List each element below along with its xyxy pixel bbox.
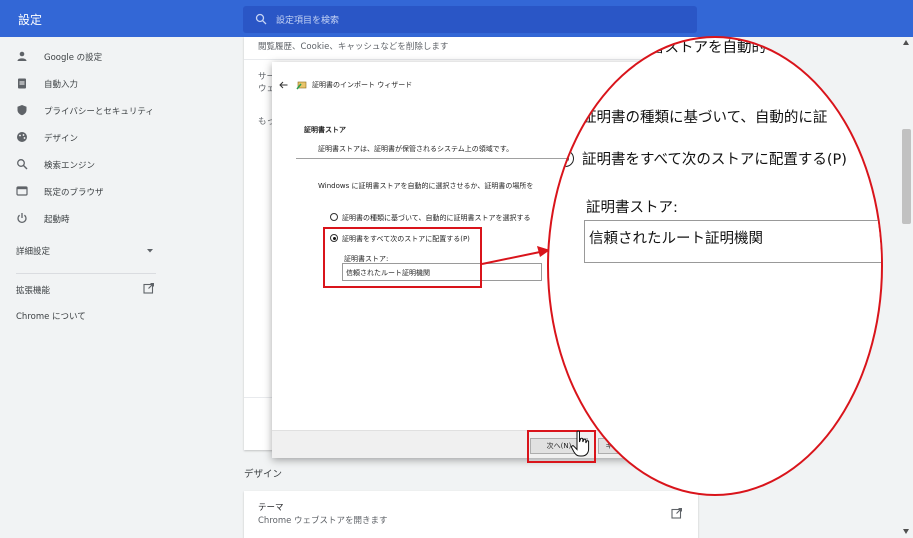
sidebar-item-label: 既定のブラウザ xyxy=(44,188,104,198)
zoom-top-text: 証明書ストアを自動的 xyxy=(621,40,766,56)
zoom-radio-manual-label: 証明書をすべて次のストアに配置する(P) xyxy=(582,152,847,168)
sidebar-advanced-label: 詳細設定 xyxy=(16,247,51,257)
sidebar-item-label: プライバシーとセキュリティ xyxy=(44,107,154,117)
sidebar-item-label: デザイン xyxy=(44,134,79,144)
scroll-down-icon[interactable] xyxy=(903,529,909,534)
clipboard-icon xyxy=(18,78,26,89)
theme-title: テーマ xyxy=(258,503,284,513)
radio-auto-select-label: 証明書の種類に基づいて、自動的に証明書ストアを選択する xyxy=(342,214,531,222)
caret-down-icon xyxy=(147,249,153,253)
back-arrow-icon[interactable] xyxy=(279,81,288,89)
page-title: 設定 xyxy=(18,13,43,27)
zoom-store-label: 証明書ストア: xyxy=(586,200,678,216)
search-box[interactable]: 設定項目を検索 xyxy=(243,6,697,33)
palette-icon xyxy=(17,132,27,142)
sidebar-item-label: Google の設定 xyxy=(44,53,103,63)
sidebar-item-label: 起動時 xyxy=(44,215,70,225)
search-input[interactable]: 設定項目を検索 xyxy=(276,13,339,26)
settings-row-theme[interactable]: テーマ Chrome ウェブストアを開きます xyxy=(244,491,698,538)
sidebar-item-appearance[interactable]: デザイン xyxy=(0,126,170,150)
sidebar-item-autofill[interactable]: 自動入力 xyxy=(0,72,170,96)
clear-history-description: 閲覧履歴、Cookie、キャッシュなどを削除します xyxy=(258,42,449,52)
sidebar-item-label: 検索エンジン xyxy=(44,161,96,171)
zoom-radio-manual xyxy=(557,150,574,167)
scrollbar-thumb[interactable] xyxy=(902,129,911,224)
certificate-wizard-icon xyxy=(296,81,307,90)
sidebar-item-on-startup[interactable]: 起動時 xyxy=(0,207,170,231)
search-icon xyxy=(17,159,28,170)
section-title-design: デザイン xyxy=(244,469,283,480)
sidebar-about-chrome[interactable]: Chrome について xyxy=(16,310,86,322)
person-icon xyxy=(17,51,27,61)
open-in-new-icon xyxy=(143,283,154,294)
zoom-radio-auto xyxy=(557,109,574,126)
theme-subtitle: Chrome ウェブストアを開きます xyxy=(258,516,388,526)
zoom-callout: 証明書ストアを自動的 証明書の種類に基づいて、自動的に証 証明書をすべて次のスト… xyxy=(547,36,883,496)
sidebar-item-label: 自動入力 xyxy=(44,80,79,90)
highlight-box-store-option xyxy=(323,227,482,288)
power-icon xyxy=(17,213,27,224)
zoom-store-field: 信頼されたルート証明機関 xyxy=(584,220,881,263)
search-icon xyxy=(255,13,267,25)
dialog-title: 証明書のインポート ウィザード xyxy=(312,81,413,89)
open-in-new-icon[interactable] xyxy=(671,508,682,519)
sidebar-item-privacy[interactable]: プライバシーとセキュリティ xyxy=(0,99,170,123)
sidebar-item-google[interactable]: Google の設定 xyxy=(0,45,170,69)
sidebar-extensions-label: 拡張機能 xyxy=(16,286,51,296)
radio-auto-select-store[interactable] xyxy=(330,213,338,221)
zoom-circle: 証明書ストアを自動的 証明書の種類に基づいて、自動的に証 証明書をすべて次のスト… xyxy=(547,36,883,496)
zoom-radio-auto-label: 証明書の種類に基づいて、自動的に証 xyxy=(582,110,828,126)
page-scrollbar[interactable] xyxy=(899,37,913,538)
top-bar: 設定 設定項目を検索 xyxy=(0,0,913,37)
dialog-body-text: Windows に証明書ストアを自動的に選択させるか、証明書の場所を xyxy=(318,182,534,190)
dialog-section-title: 証明書ストア xyxy=(304,126,346,134)
browser-window-icon xyxy=(16,186,28,196)
sidebar-divider xyxy=(16,273,156,274)
sidebar-item-default-browser[interactable]: 既定のブラウザ xyxy=(0,180,170,204)
shield-icon xyxy=(17,105,27,116)
dialog-section-description: 証明書ストアは、証明書が保管されるシステム上の領域です。 xyxy=(318,145,514,153)
callout-arrow-icon xyxy=(481,246,550,265)
sidebar: Google の設定 自動入力 プライバシーとセキュリティ デザイン 検索エンジ… xyxy=(0,37,170,538)
zoom-store-value: 信頼されたルート証明機関 xyxy=(589,231,763,247)
sidebar-item-search-engine[interactable]: 検索エンジン xyxy=(0,153,170,177)
scroll-up-icon[interactable] xyxy=(903,40,909,45)
